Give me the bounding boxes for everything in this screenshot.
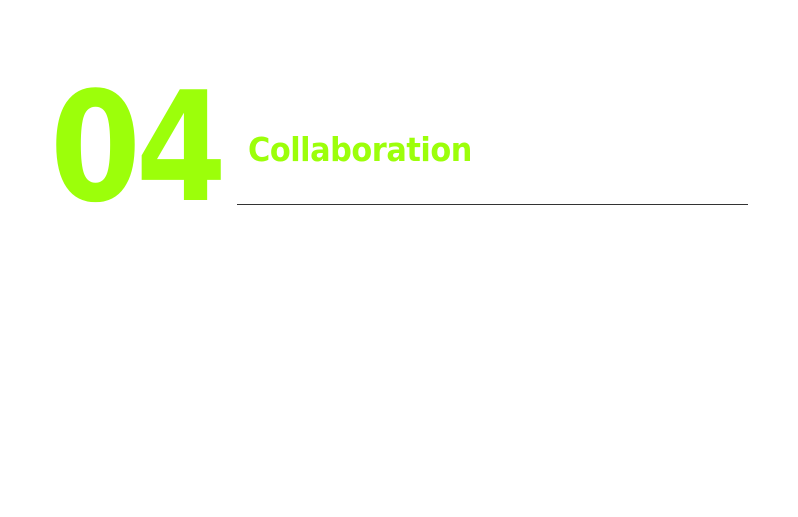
section-title: Collaboration (248, 130, 472, 169)
section-number: 04 (50, 59, 227, 236)
section-divider (237, 204, 748, 205)
